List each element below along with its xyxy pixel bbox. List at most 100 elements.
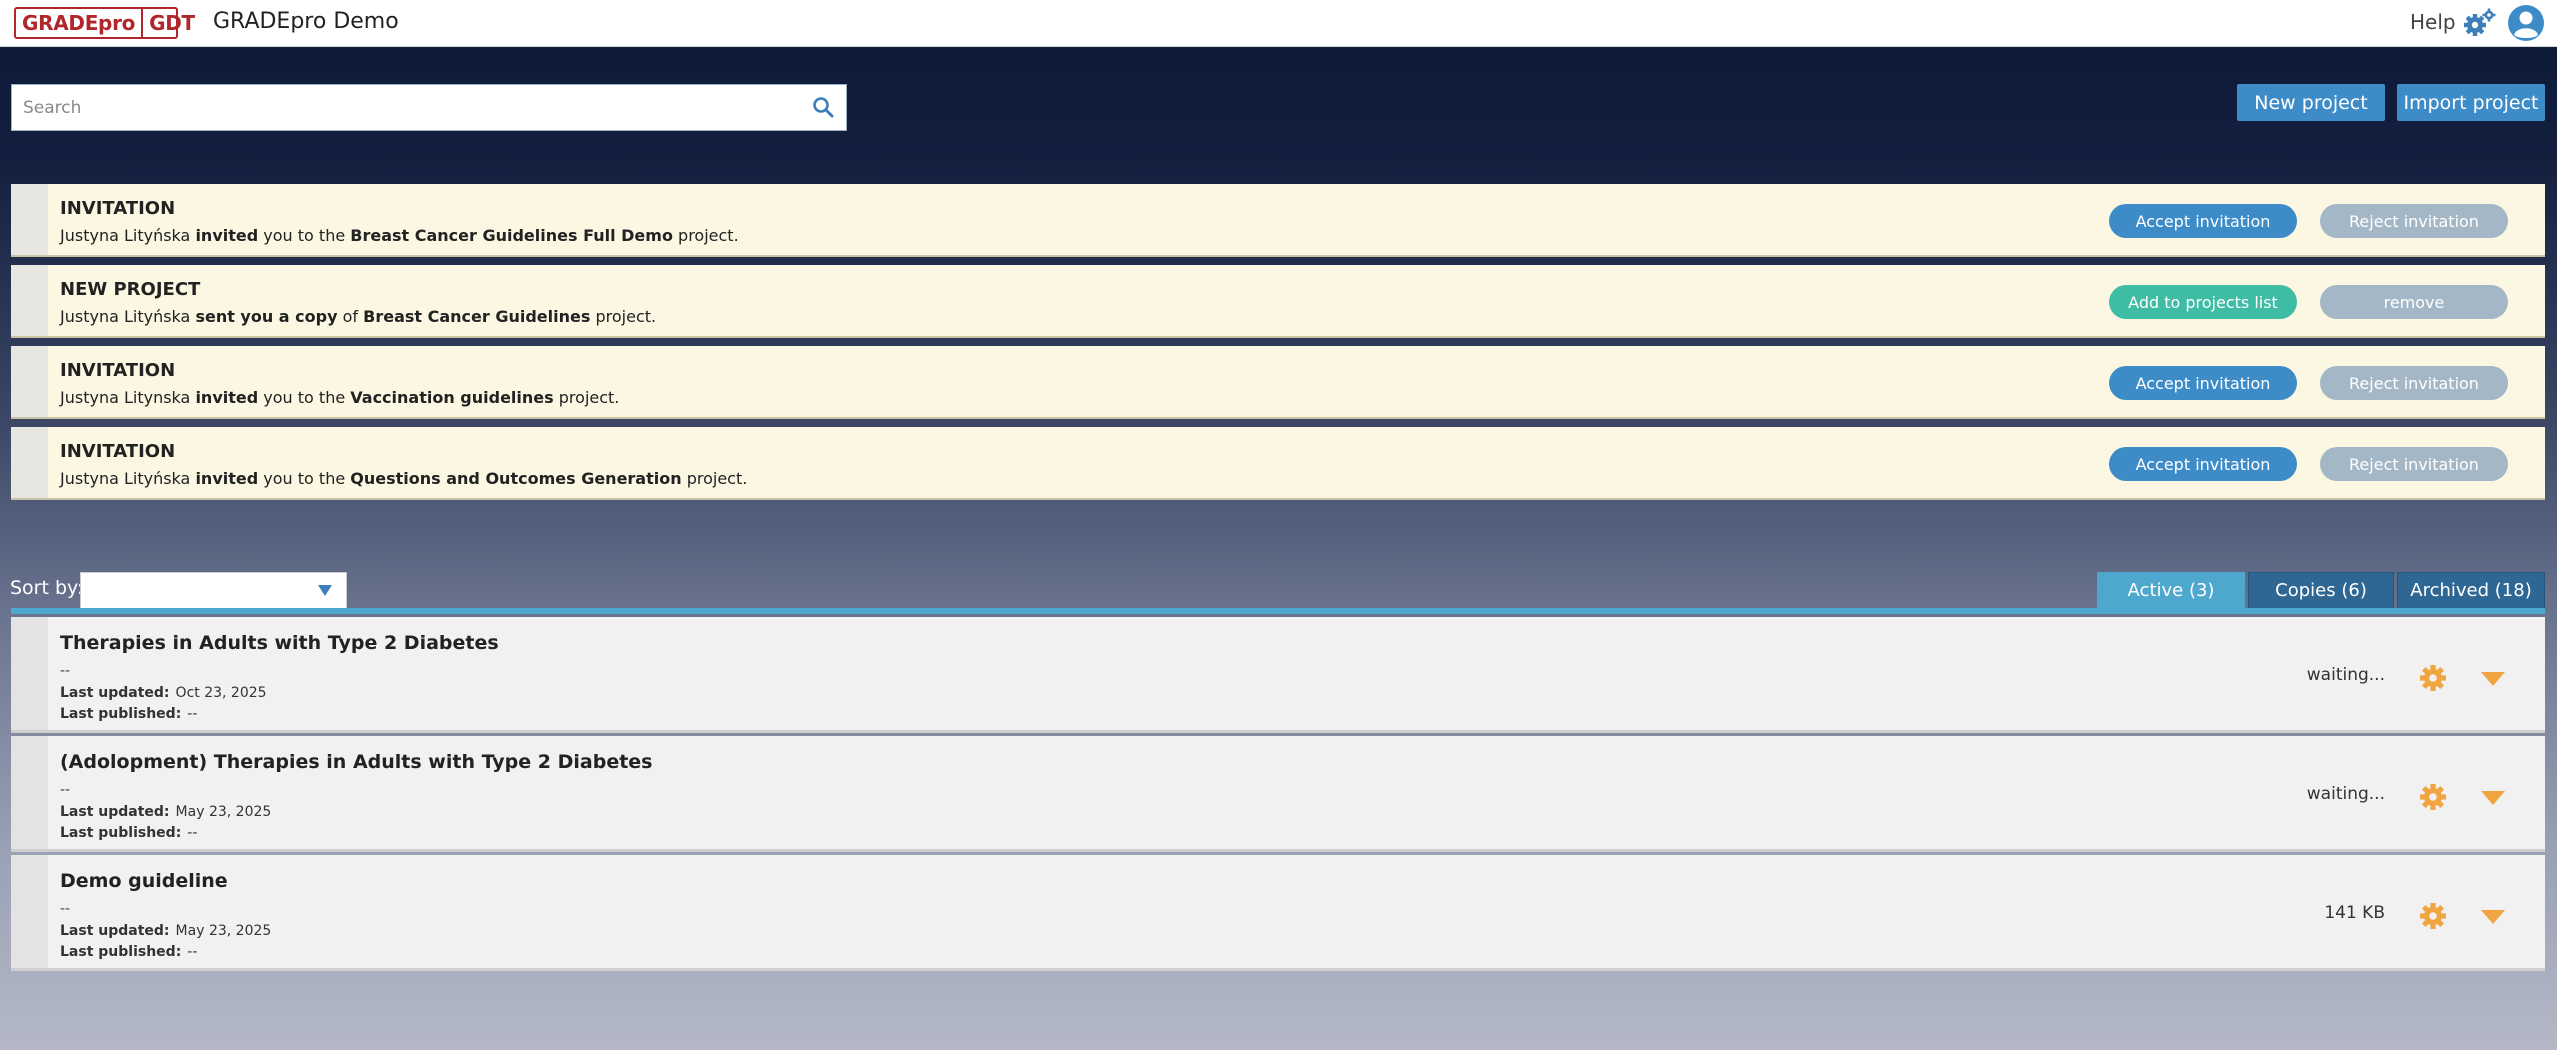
accept-invitation-button[interactable]: Accept invitation [2109,447,2297,481]
search-icon[interactable] [812,96,834,118]
caret-down-icon[interactable] [2480,671,2506,687]
notification-message: Justyna Lityńska sent you a copy of Brea… [60,307,656,326]
logo-text-gdt: GDT [141,9,201,37]
gear-icon[interactable] [2419,783,2447,811]
notification-stripe [11,346,48,417]
last-updated-value: May 23, 2025 [175,923,272,939]
notification-message: Justyna Lityńska invited you to the Brea… [60,226,739,245]
project-name[interactable]: Demo guideline [60,870,228,892]
accept-invitation-button[interactable]: Accept invitation [2109,204,2297,238]
project-name[interactable]: Therapies in Adults with Type 2 Diabetes [60,632,499,654]
tab-archived[interactable]: Archived (18) [2397,572,2545,609]
project-status: 141 KB [2324,903,2385,923]
add-to-projects-list-button[interactable]: Add to projects list [2109,285,2297,319]
user-avatar-icon[interactable] [2507,4,2545,42]
logo-text-gradepro: GRADEpro [22,11,136,35]
caret-down-icon[interactable] [2480,790,2506,806]
notification-verb: invited [195,469,259,488]
project-last-published: Last published: -- [60,944,197,960]
accept-invitation-button[interactable]: Accept invitation [2109,366,2297,400]
notification-middle: you to the [263,388,346,407]
last-updated-label: Last updated: [60,923,170,939]
notification-verb: invited [195,388,259,407]
notification-title: INVITATION [60,360,176,381]
app-title: GRADEpro Demo [213,9,399,34]
notification-sender: Justyna Lityńska [60,226,191,245]
notification-stripe [11,427,48,498]
notification-suffix: project. [686,469,748,488]
reject-invitation-button[interactable]: Reject invitation [2320,366,2508,400]
last-updated-label: Last updated: [60,685,170,701]
project-last-updated: Last updated: May 23, 2025 [60,923,271,939]
search-input[interactable] [12,85,792,130]
project-last-published: Last published: -- [60,706,197,722]
help-link[interactable]: Help [2410,10,2456,34]
gears-icon[interactable] [2462,8,2498,38]
gradepro-logo[interactable]: GRADEpro GDT [14,7,195,39]
notification-project: Questions and Outcomes Generation [350,469,682,488]
last-updated-value: May 23, 2025 [175,804,272,820]
gear-icon[interactable] [2419,902,2447,930]
notification-project: Breast Cancer Guidelines [363,307,591,326]
notification-project: Vaccination guidelines [350,388,554,407]
notification-suffix: project. [678,226,739,245]
project-name[interactable]: (Adolopment) Therapies in Adults with Ty… [60,751,652,773]
remove-button[interactable]: remove [2320,285,2508,319]
notification-item: INVITATION Justyna Lityńska invited you … [11,184,2545,257]
tab-underline [11,608,2545,614]
reject-invitation-button[interactable]: Reject invitation [2320,204,2508,238]
project-stripe [11,617,48,730]
notification-project: Breast Cancer Guidelines Full Demo [350,226,673,245]
project-last-published: Last published: -- [60,825,197,841]
notification-item: NEW PROJECT Justyna Lityńska sent you a … [11,265,2545,338]
notification-middle: you to the [263,226,346,245]
project-row: Demo guideline -- Last updated: May 23, 2… [11,855,2545,971]
project-status: waiting... [2306,665,2385,685]
project-row: (Adolopment) Therapies in Adults with Ty… [11,736,2545,852]
tab-copies[interactable]: Copies (6) [2248,572,2394,609]
gear-icon[interactable] [2419,664,2447,692]
tab-active[interactable]: Active (3) [2097,572,2245,609]
notification-suffix: project. [558,388,620,407]
last-updated-label: Last updated: [60,804,170,820]
sort-label: Sort by: [10,577,84,599]
import-project-button[interactable]: Import project [2397,84,2545,121]
last-published-value: -- [187,825,198,841]
notification-stripe [11,184,48,255]
project-last-updated: Last updated: May 23, 2025 [60,804,271,820]
notification-verb: invited [195,226,259,245]
chevron-down-icon [318,585,332,596]
notification-title: INVITATION [60,441,176,462]
last-published-label: Last published: [60,706,182,722]
last-published-value: -- [187,706,198,722]
notification-middle: you to the [263,469,346,488]
project-description: -- [60,782,71,798]
sort-select[interactable] [80,572,347,609]
project-stripe [11,736,48,849]
notification-message: Justyna Lityńska invited you to the Ques… [60,469,747,488]
project-description: -- [60,901,71,917]
project-row: Therapies in Adults with Type 2 Diabetes… [11,617,2545,733]
notification-suffix: project. [595,307,657,326]
project-stripe [11,855,48,968]
top-bar: GRADEpro GDT GRADEpro Demo Help [0,0,2557,47]
project-last-updated: Last updated: Oct 23, 2025 [60,685,267,701]
project-description: -- [60,663,71,679]
notification-title: INVITATION [60,198,176,219]
notification-verb: sent you a copy [195,307,338,326]
notification-stripe [11,265,48,336]
notification-item: INVITATION Justyna Litynska invited you … [11,346,2545,419]
notification-sender: Justyna Litynska [60,388,191,407]
last-published-label: Last published: [60,944,182,960]
project-status: waiting... [2306,784,2385,804]
reject-invitation-button[interactable]: Reject invitation [2320,447,2508,481]
caret-down-icon[interactable] [2480,909,2506,925]
notification-middle: of [342,307,359,326]
notification-message: Justyna Litynska invited you to the Vacc… [60,388,619,407]
last-published-label: Last published: [60,825,182,841]
last-updated-value: Oct 23, 2025 [175,685,267,701]
new-project-button[interactable]: New project [2237,84,2385,121]
notification-sender: Justyna Lityńska [60,469,191,488]
search-box [11,84,847,131]
notification-title: NEW PROJECT [60,279,201,300]
